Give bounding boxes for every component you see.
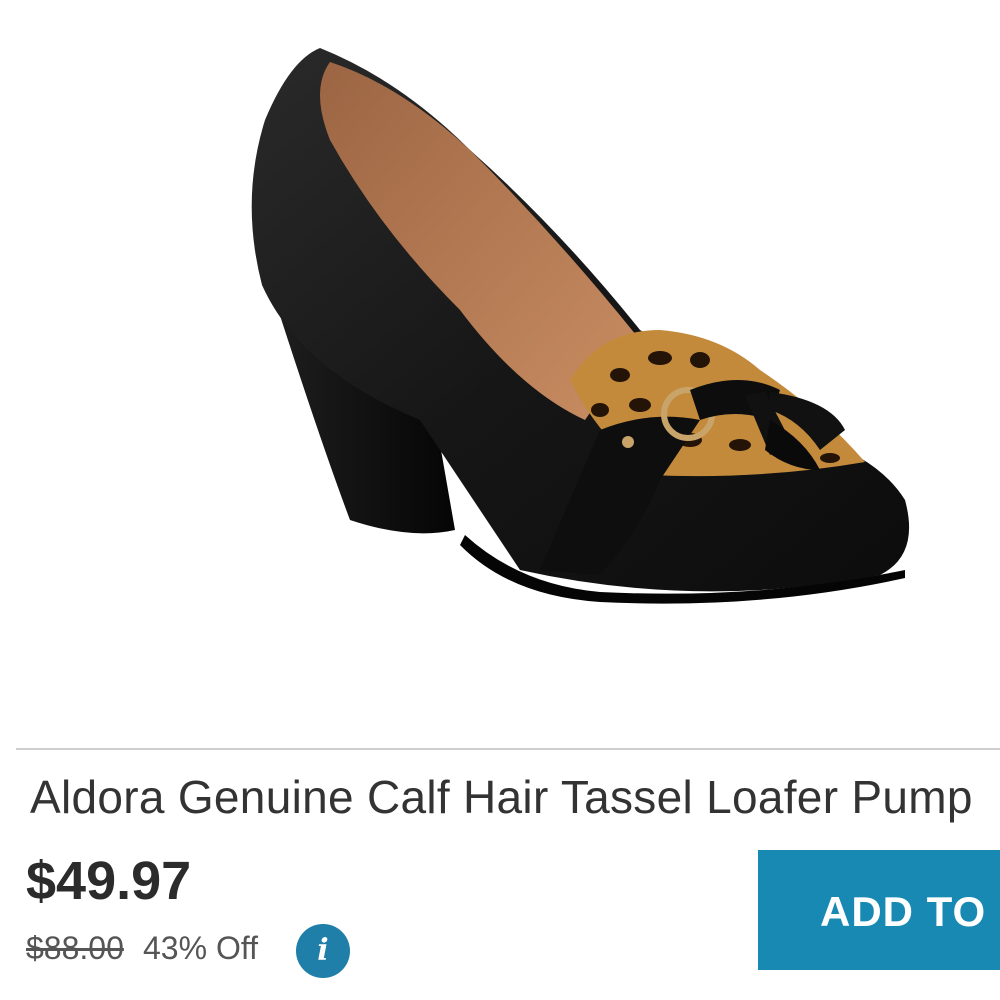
info-icon[interactable]: i	[296, 924, 350, 978]
discount-label: 43% Off	[143, 930, 259, 966]
product-image	[251, 48, 910, 604]
product-page: Aldora Genuine Calf Hair Tassel Loafer P…	[0, 0, 1000, 1000]
add-to-cart-label: ADD TO CART	[820, 888, 1000, 935]
sale-price: $49.97	[26, 851, 192, 911]
divider	[16, 748, 1000, 750]
original-price: $88.00	[26, 930, 124, 966]
add-to-cart-button[interactable]: ADD TO CART	[758, 850, 1000, 970]
product-title: Aldora Genuine Calf Hair Tassel Loafer P…	[30, 771, 973, 823]
